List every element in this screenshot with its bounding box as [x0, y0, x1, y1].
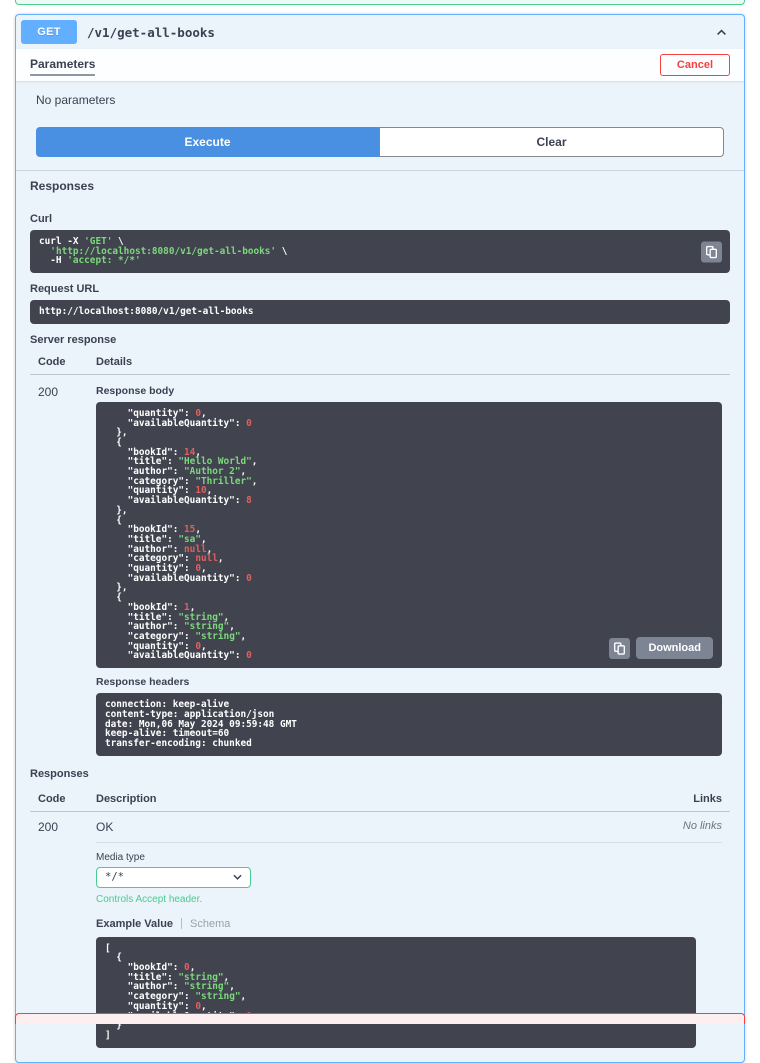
operation-path: /v1/get-all-books — [87, 25, 699, 40]
doc-code-column-header: Code — [38, 793, 96, 805]
curl-command[interactable]: curl -X 'GET' \ 'http://localhost:8080/v… — [39, 237, 721, 266]
no-parameters-message: No parameters — [16, 81, 744, 127]
execute-button[interactable]: Execute — [36, 127, 379, 157]
chevron-down-icon — [233, 874, 242, 880]
doc-description-column-header: Description — [96, 793, 642, 805]
model-example-tabs: Example Value Schema — [96, 918, 722, 930]
curl-block: curl -X 'GET' \ 'http://localhost:8080/v… — [30, 230, 730, 273]
server-response-table-header: Code Details — [30, 351, 730, 375]
details-column-header: Details — [96, 356, 722, 368]
doc-links-column-header: Links — [642, 793, 722, 805]
accept-header-hint: Controls Accept header. — [96, 894, 722, 905]
doc-response-links: No links — [683, 820, 722, 832]
tab-example-value[interactable]: Example Value — [96, 918, 173, 930]
execute-row: Execute Clear — [16, 127, 744, 170]
copy-response-icon[interactable] — [609, 638, 630, 659]
cancel-button[interactable]: Cancel — [660, 54, 730, 76]
doc-response-description: OK — [96, 820, 113, 834]
tab-parameters[interactable]: Parameters — [30, 55, 95, 76]
server-response-label: Server response — [30, 334, 730, 346]
live-status-code: 200 — [38, 385, 96, 760]
method-badge: GET — [21, 20, 77, 44]
tab-parameters-label: Parameters — [30, 57, 95, 71]
request-url-value[interactable]: http://localhost:8080/v1/get-all-books — [39, 307, 721, 317]
download-button[interactable]: Download — [636, 637, 713, 659]
collapse-chevron-icon[interactable] — [709, 24, 734, 41]
live-responses-section: Responses Curl curl -X 'GET' \ 'http://l… — [16, 170, 744, 1062]
doc-responses-title: Responses — [30, 768, 730, 780]
response-headers-label: Response headers — [96, 676, 722, 688]
doc-response-summary-row: OK No links — [96, 820, 722, 843]
response-headers-block: connection: keep-alive content-type: app… — [96, 693, 722, 756]
clear-button[interactable]: Clear — [379, 127, 724, 157]
next-operation-edge[interactable] — [15, 1013, 745, 1024]
request-url-block: http://localhost:8080/v1/get-all-books — [30, 300, 730, 324]
request-url-label: Request URL — [30, 283, 730, 295]
media-type-value: */* — [105, 871, 124, 883]
response-body-block: "quantity": 0, "availableQuantity": 0 },… — [96, 402, 722, 668]
response-body-controls: Download — [609, 637, 713, 659]
code-column-header: Code — [38, 356, 96, 368]
media-type-label: Media type — [96, 852, 722, 863]
doc-responses-table-header: Code Description Links — [30, 788, 730, 812]
server-response-details: Response body "quantity": 0, "availableQ… — [96, 385, 722, 760]
server-response-row: 200 Response body "quantity": 0, "availa… — [30, 375, 730, 762]
operation-summary[interactable]: GET /v1/get-all-books — [16, 15, 744, 49]
tab-divider — [181, 918, 182, 929]
example-value-json[interactable]: [ { "bookId": 0, "title": "string", "aut… — [105, 944, 687, 1041]
swagger-page: GET /v1/get-all-books Parameters Cancel … — [0, 0, 760, 1063]
curl-label: Curl — [30, 213, 730, 225]
response-headers-text[interactable]: connection: keep-alive content-type: app… — [105, 700, 713, 749]
copy-curl-icon[interactable] — [701, 241, 722, 262]
media-type-select[interactable]: */* — [96, 867, 251, 888]
example-value-block: [ { "bookId": 0, "title": "string", "aut… — [96, 937, 696, 1048]
response-body-json[interactable]: "quantity": 0, "availableQuantity": 0 },… — [105, 409, 713, 661]
response-body-label: Response body — [96, 385, 722, 397]
opblock-get: GET /v1/get-all-books Parameters Cancel … — [15, 14, 745, 1063]
live-responses-title: Responses — [16, 171, 744, 201]
tab-schema[interactable]: Schema — [190, 918, 230, 930]
previous-operation-edge[interactable] — [15, 0, 745, 5]
media-type-section: Media type */* Controls Accept header. — [96, 852, 722, 905]
parameters-header: Parameters Cancel — [16, 49, 744, 81]
